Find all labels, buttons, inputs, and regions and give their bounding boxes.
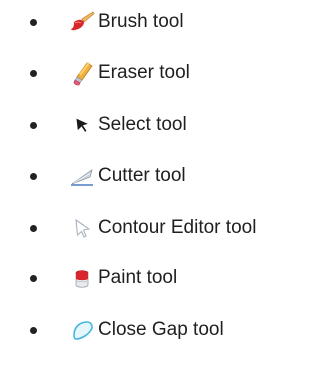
tool-label: Close Gap tool: [98, 319, 224, 340]
tool-label: Cutter tool: [98, 165, 186, 186]
bullet: [30, 19, 37, 26]
list-item-brush-tool: Brush tool: [0, 6, 334, 38]
tool-list: Brush tool Eraser tool Select tool Cutte…: [0, 0, 334, 376]
bullet: [30, 327, 37, 334]
cutter-icon: [68, 163, 96, 189]
tool-label: Contour Editor tool: [98, 217, 257, 238]
list-item-contour-editor-tool: Contour Editor tool: [0, 212, 334, 244]
bullet: [30, 225, 37, 232]
tool-label: Paint tool: [98, 267, 178, 288]
bullet: [30, 275, 37, 282]
select-arrow-icon: [68, 112, 96, 138]
list-item-paint-tool: Paint tool: [0, 262, 334, 294]
paint-bucket-icon: [68, 265, 96, 291]
brush-icon: [68, 9, 96, 35]
list-item-close-gap-tool: Close Gap tool: [0, 314, 334, 346]
list-item-eraser-tool: Eraser tool: [0, 57, 334, 89]
eraser-icon: [68, 60, 96, 86]
bullet: [30, 122, 37, 129]
bullet: [30, 173, 37, 180]
close-gap-icon: [68, 317, 96, 343]
tool-label: Brush tool: [98, 11, 184, 32]
tool-label: Eraser tool: [98, 62, 190, 83]
list-item-cutter-tool: Cutter tool: [0, 160, 334, 192]
contour-editor-icon: [68, 215, 96, 241]
list-item-select-tool: Select tool: [0, 109, 334, 141]
tool-label: Select tool: [98, 114, 187, 135]
bullet: [30, 70, 37, 77]
